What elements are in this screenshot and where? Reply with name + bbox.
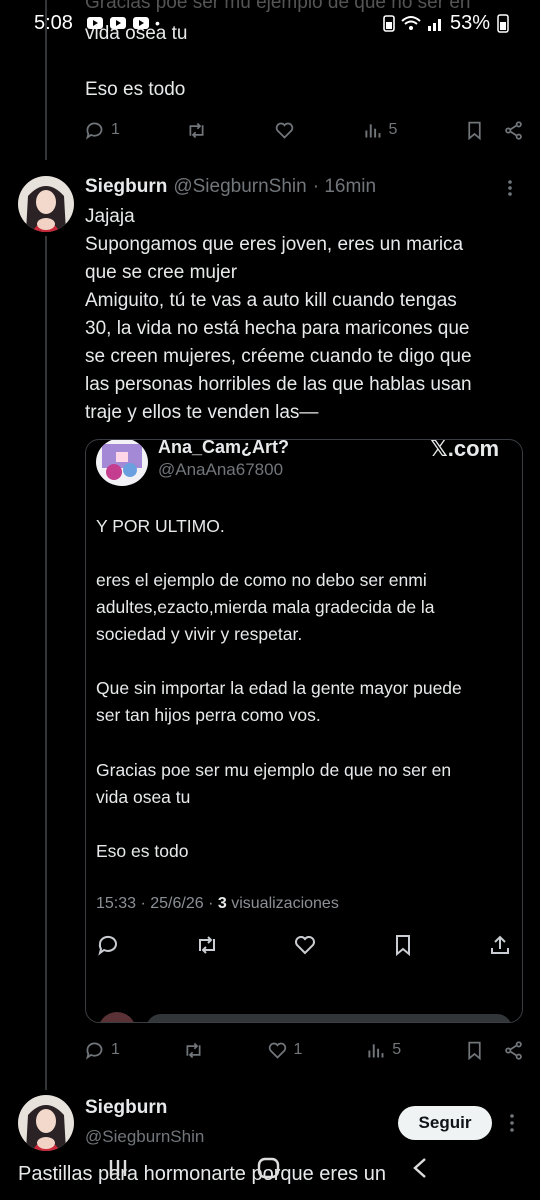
tweet-text-line: que se cree mujer [85,262,238,283]
reply-count: 1 [111,121,120,138]
tweet-text: Jajaja Supongamos que eres joven, eres u… [85,203,472,427]
tweet-text-line: Amiguito, tú te vas a auto kill cuando t… [85,290,457,311]
reply-button[interactable]: 1 [84,1040,120,1061]
retweet-icon [198,936,215,954]
share-icon [491,935,509,954]
bookmark-icon[interactable] [464,1040,485,1061]
x-watermark: 𝕏.com [430,439,500,461]
more-options-icon[interactable] [504,1112,520,1134]
tweet-text-line: Jajaja [85,206,135,227]
like-count: 1 [293,1041,303,1058]
quoted-line: adultes,ezacto,mierda mala gradecida de … [96,597,435,617]
signal-icon [428,19,441,31]
quoted-line: Eso es todo [96,841,189,861]
tweet-text-line: vida osea tu [85,23,188,44]
avatar[interactable] [18,176,74,232]
retweet-icon [189,122,204,138]
share-icon[interactable] [503,1040,524,1061]
quoted-timestamp: 15:33 · 25/6/26 · [96,895,218,912]
home-icon[interactable] [256,1156,282,1180]
like-button[interactable] [274,120,295,141]
quoted-paragraph: Y POR ULTIMO. [96,513,225,540]
quoted-reply-avatar [98,1012,136,1022]
quoted-line: Que sin importar la edad la gente mayor … [96,678,462,698]
thread-line [45,0,47,160]
heart-icon [268,1042,286,1059]
quoted-line: eres el ejemplo de como no debo ser enmi [96,570,427,590]
clipped-text: Gracias poe ser mu ejemplo de que no ser… [85,0,471,13]
quoted-line: Gracias poe ser mu ejemplo de que no ser… [96,760,452,780]
quoted-paragraph: eres el ejemplo de como no debo ser enmi… [96,567,435,648]
reply-count: 1 [111,1041,120,1058]
handle[interactable]: @SiegburnShin [173,176,306,198]
heart-icon [275,122,294,139]
views-icon [368,1043,384,1057]
quoted-line: Y POR ULTIMO. [96,516,225,536]
avatar[interactable] [18,1095,74,1151]
quoted-meta: 15:33 · 25/6/26 · 3 visualizaciones [96,895,339,913]
retweet-button[interactable] [186,120,207,141]
reply-icon [98,935,117,956]
tweet-text-line: traje y ellos te venden las— [85,402,319,423]
status-time: 5:08 [34,12,73,34]
reply-icon [86,122,103,140]
share-icon[interactable] [503,120,524,141]
heart-icon [295,936,315,955]
back-icon[interactable] [410,1156,430,1180]
quoted-line: vida osea tu [96,787,191,807]
tweet-text-line: las personas horribles de las que hablas… [85,374,472,395]
wifi-icon [401,16,421,30]
more-options-icon[interactable] [502,178,518,198]
battery-saver-icon [383,15,395,32]
system-icons [382,14,444,32]
quoted-views-label: visualizaciones [226,895,339,912]
tweet-text-line: Eso es todo [85,79,186,100]
quoted-actions [96,930,512,960]
quoted-paragraph: Gracias poe ser mu ejemplo de que no ser… [96,757,451,811]
battery-percent: 53% [450,12,491,34]
quoted-avatar [96,440,148,486]
follow-button[interactable]: Seguir [398,1106,492,1140]
quoted-paragraph: Que sin importar la edad la gente mayor … [96,675,462,729]
top-tweet-actions: 1 5 [84,115,524,145]
quoted-line: ser tan hijos perra como vos. [96,705,321,725]
bookmark-icon[interactable] [464,120,485,141]
reply-tweet-actions: 1 1 5 [84,1035,524,1065]
quoted-reply-input [146,1014,512,1022]
quoted-paragraph: Eso es todo [96,838,188,865]
views-button[interactable]: 5 [365,1040,401,1061]
quoted-views-count: 3 [217,895,227,912]
tweet-header: Siegburn @SiegburnShin · 16min [85,176,376,198]
quoted-line: sociedad y vivir y respetar. [96,624,303,644]
views-icon [364,123,381,137]
display-name[interactable]: Siegburn [85,176,167,198]
thread-line [45,236,47,1090]
like-button[interactable]: 1 [267,1040,303,1061]
battery-icon [497,14,509,33]
bookmark-icon [395,935,410,957]
retweet-button[interactable] [183,1040,204,1061]
reply-button[interactable]: 1 [84,120,120,141]
handle[interactable]: @SiegburnShin [85,1127,204,1147]
recent-apps-icon[interactable] [106,1156,130,1180]
tweet-text-line: Supongamos que eres joven, eres un maric… [85,234,464,255]
tweet-text-line: se creen mujeres, créeme cuando te digo … [85,346,472,367]
views-count: 5 [392,1041,402,1058]
reply-icon [86,1042,103,1060]
retweet-icon [186,1042,201,1058]
system-nav-bar [0,1150,540,1200]
quoted-tweet-image[interactable]: Ana_Cam¿Art? @AnaAna67800 𝕏.com Y POR UL… [85,439,523,1023]
quoted-display-name: Ana_Cam¿Art? [158,439,290,457]
views-count: 5 [388,121,398,138]
timestamp[interactable]: · 16min [313,176,376,198]
tweet-text-line: 30, la vida no está hecha para maricones… [85,318,470,339]
display-name[interactable]: Siegburn [85,1097,167,1119]
views-button[interactable]: 5 [362,120,398,141]
quoted-handle: @AnaAna67800 [158,460,284,479]
